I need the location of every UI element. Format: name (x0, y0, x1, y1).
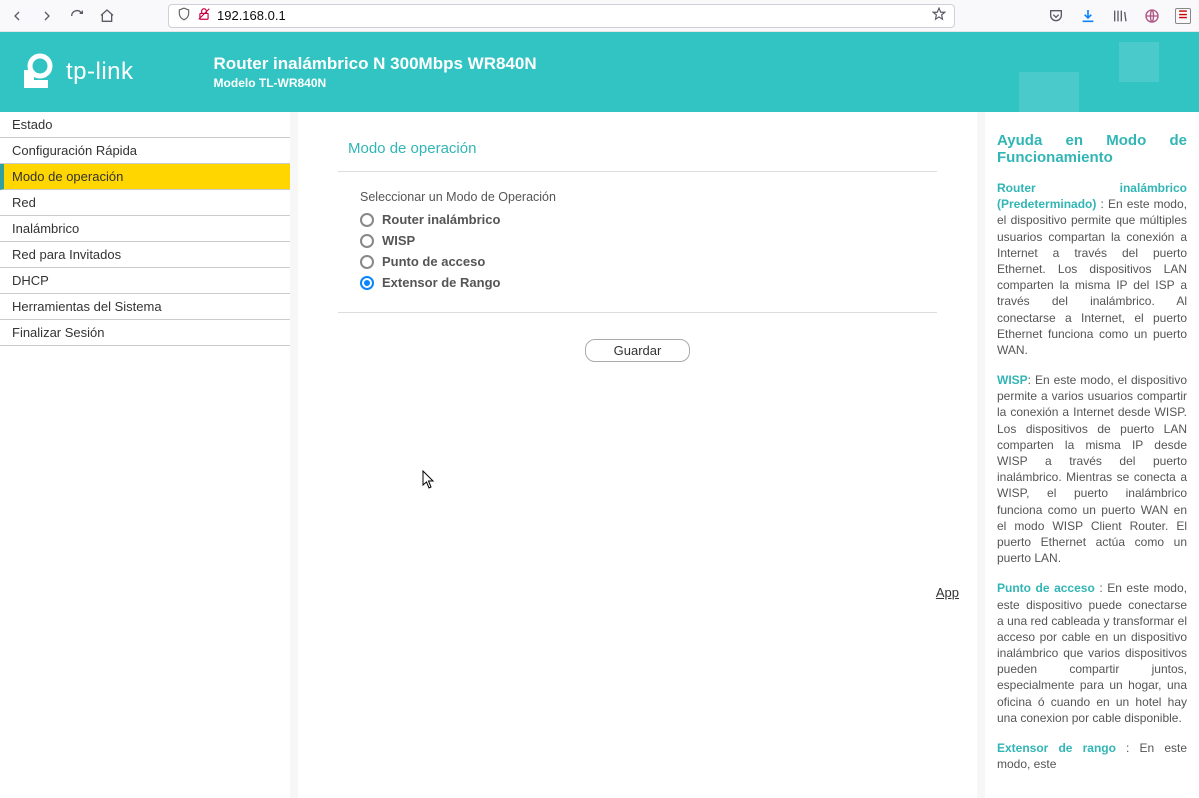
help-paragraph: Router inalámbrico (Predeterminado) : En… (997, 180, 1187, 358)
sidebar-item[interactable]: Inalámbrico (0, 216, 290, 242)
model-title: Modelo TL-WR840N (214, 76, 537, 90)
select-mode-label: Seleccionar un Modo de Operación (360, 190, 937, 204)
help-panel: Ayuda en Modo de Funcionamiento Router i… (985, 112, 1199, 798)
address-bar[interactable] (168, 4, 955, 28)
forward-button[interactable] (38, 7, 56, 25)
extension-shield-icon[interactable]: ☰ (1175, 8, 1191, 24)
downloads-icon[interactable] (1079, 7, 1097, 25)
operation-mode-radio[interactable]: Punto de acceso (360, 254, 937, 269)
brand-name: tp-link (66, 58, 134, 86)
router-header: tp-link Router inalámbrico N 300Mbps WR8… (0, 32, 1199, 112)
radio-label: Punto de acceso (382, 254, 485, 269)
sidebar-item[interactable]: Red para Invitados (0, 242, 290, 268)
operation-mode-radio[interactable]: WISP (360, 233, 937, 248)
radio-label: WISP (382, 233, 415, 248)
operation-mode-radio[interactable]: Router inalámbrico (360, 212, 937, 227)
sidebar-item[interactable]: Modo de operación (0, 164, 290, 190)
separator (338, 171, 937, 172)
sidebar-item[interactable]: Estado (0, 112, 290, 138)
back-button[interactable] (8, 7, 26, 25)
radio-icon (360, 234, 374, 248)
sidebar: EstadoConfiguración RápidaModo de operac… (0, 112, 290, 798)
pocket-icon[interactable] (1047, 7, 1065, 25)
library-icon[interactable] (1111, 7, 1129, 25)
sidebar-item[interactable]: Finalizar Sesión (0, 320, 290, 346)
save-button[interactable]: Guardar (585, 339, 691, 362)
tplink-logo-icon (18, 52, 58, 92)
product-title: Router inalámbrico N 300Mbps WR840N (214, 54, 537, 74)
reload-button[interactable] (68, 7, 86, 25)
extension-globe-icon[interactable] (1143, 7, 1161, 25)
operation-mode-radio[interactable]: Extensor de Rango (360, 275, 937, 290)
help-paragraph: WISP: En este modo, el dispositivo permi… (997, 372, 1187, 566)
help-title: Ayuda en Modo de Funcionamiento (997, 132, 1187, 166)
bookmark-star-icon[interactable] (932, 7, 946, 24)
header-titles: Router inalámbrico N 300Mbps WR840N Mode… (214, 54, 537, 90)
radio-label: Router inalámbrico (382, 212, 500, 227)
radio-label: Extensor de Rango (382, 275, 500, 290)
toolbar-right: ☰ (1047, 7, 1191, 25)
radio-icon (360, 255, 374, 269)
home-button[interactable] (98, 7, 116, 25)
sidebar-item[interactable]: Herramientas del Sistema (0, 294, 290, 320)
header-decoration (979, 32, 1199, 112)
sidebar-item[interactable]: DHCP (0, 268, 290, 294)
sidebar-item[interactable]: Red (0, 190, 290, 216)
sidebar-item[interactable]: Configuración Rápida (0, 138, 290, 164)
insecure-lock-icon (197, 7, 211, 24)
help-paragraph: Extensor de rango : En este modo, este (997, 740, 1187, 772)
radio-icon (360, 213, 374, 227)
main-content: Modo de operación Seleccionar un Modo de… (298, 112, 977, 798)
section-title: Modo de operación (338, 140, 937, 157)
brand-logo: tp-link (18, 52, 134, 92)
app-link[interactable]: App (936, 585, 959, 600)
help-paragraph: Punto de acceso : En este modo, este dis… (997, 580, 1187, 726)
url-input[interactable] (217, 8, 926, 23)
shield-icon (177, 7, 191, 24)
browser-toolbar: ☰ (0, 0, 1199, 32)
radio-icon (360, 276, 374, 290)
separator (338, 312, 937, 313)
